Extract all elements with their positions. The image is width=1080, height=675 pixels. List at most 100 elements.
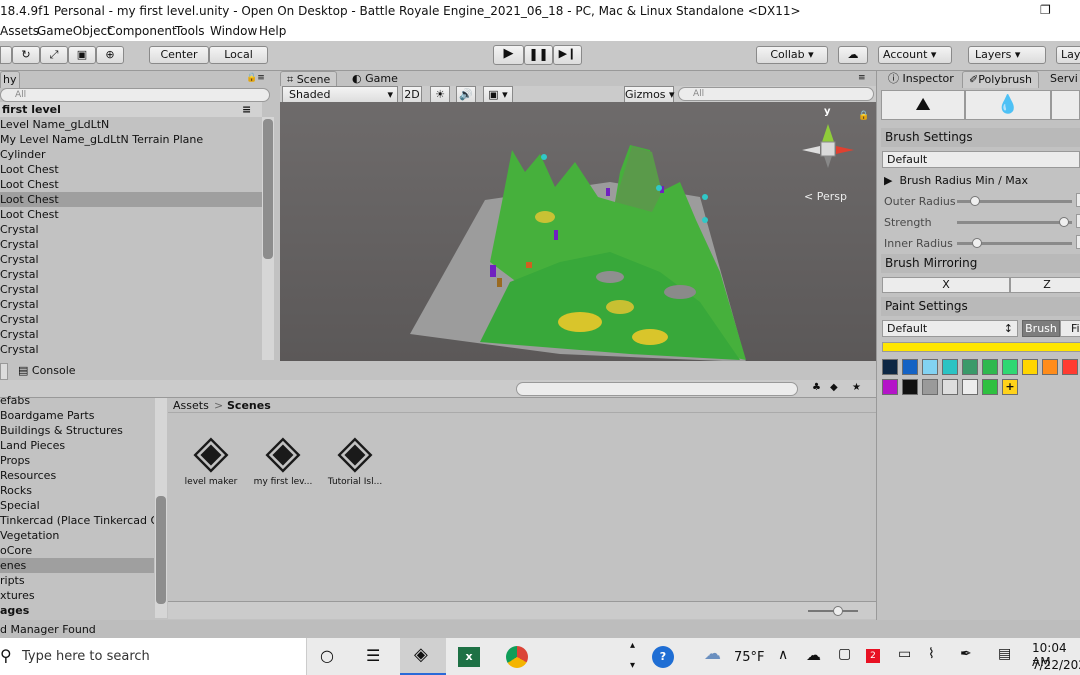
color-swatch[interactable] <box>1002 359 1018 375</box>
keyboard-icon[interactable]: ▤ <box>998 646 1011 662</box>
strength-value-field[interactable] <box>1076 214 1080 228</box>
menu-assets[interactable]: Assets <box>0 24 39 38</box>
hierarchy-item[interactable]: Cylinder <box>0 147 262 162</box>
inner-radius-slider[interactable] <box>957 238 1072 248</box>
filter-type-icon[interactable]: ♣ <box>812 382 821 393</box>
breadcrumb-scenes[interactable]: Scenes <box>227 399 271 412</box>
hierarchy-item[interactable]: Loot Chest <box>0 207 262 222</box>
inner-radius-value-field[interactable] <box>1076 235 1080 249</box>
transform-tool-button[interactable]: ⊕ <box>96 46 124 64</box>
color-swatch[interactable] <box>982 359 998 375</box>
step-button[interactable]: ▶❙ <box>553 45 582 65</box>
pivot-center-button[interactable]: Center <box>149 46 209 64</box>
tab-services[interactable]: Servi <box>1044 71 1080 88</box>
project-folder-item[interactable]: xtures <box>0 588 154 603</box>
help-app-icon[interactable]: ? <box>652 646 674 668</box>
hierarchy-item[interactable]: Crystal <box>0 282 262 297</box>
hierarchy-scrollbar[interactable] <box>262 117 274 360</box>
taskbar-scroll-down-icon[interactable]: ▾ <box>630 660 635 671</box>
menu-component[interactable]: Component <box>107 24 177 38</box>
inner-radius-slider-thumb[interactable] <box>972 238 982 248</box>
project-folder-item[interactable]: ages <box>0 603 154 618</box>
asset-item[interactable]: ◈ level maker <box>176 425 246 487</box>
smooth-mode-button[interactable]: 💧 <box>965 90 1051 120</box>
pause-button[interactable]: ❚❚ <box>524 45 553 65</box>
tab-console[interactable]: ▤ Console <box>12 363 82 380</box>
icon-size-slider-thumb[interactable] <box>833 606 843 616</box>
color-swatch[interactable] <box>962 379 978 395</box>
paint-mode-button[interactable] <box>1051 90 1080 120</box>
brush-radius-foldout[interactable]: ▶ Brush Radius Min / Max <box>884 174 1028 187</box>
hierarchy-item[interactable]: Crystal <box>0 222 262 237</box>
asset-item[interactable]: ◈ Tutorial Isl... <box>320 425 390 487</box>
notification-badge[interactable]: 2 <box>866 649 880 663</box>
hierarchy-item[interactable]: Loot Chest <box>0 162 262 177</box>
paint-preset-dropdown[interactable]: Default ↕ <box>882 320 1018 337</box>
project-folder-item[interactable]: Props <box>0 453 154 468</box>
color-swatch[interactable] <box>922 359 938 375</box>
color-swatch[interactable] <box>1062 359 1078 375</box>
weather-icon[interactable]: ☁ <box>704 644 721 664</box>
collab-dropdown[interactable]: Collab ▾ <box>756 46 828 64</box>
pen-icon[interactable]: ✒ <box>960 646 972 662</box>
project-folder-item[interactable]: efabs <box>0 393 154 408</box>
hierarchy-item[interactable]: Crystal <box>0 297 262 312</box>
restore-window-icon[interactable]: ❐ <box>1040 3 1051 17</box>
taskbar-search-box[interactable]: ⚲ Type here to search <box>0 638 307 675</box>
project-folder-item[interactable]: Land Pieces <box>0 438 154 453</box>
project-folder-item[interactable]: enes <box>0 558 154 573</box>
color-swatch[interactable] <box>902 379 918 395</box>
project-folder-item[interactable]: Vegetation <box>0 528 154 543</box>
gizmo-lock-icon[interactable]: 🔒 <box>858 111 869 121</box>
onedrive-icon[interactable]: ☁ <box>806 646 821 664</box>
tab-inspector[interactable]: ⓘ Inspector <box>882 71 960 88</box>
wifi-icon[interactable]: ⌇ <box>928 646 935 662</box>
lock-icon[interactable]: 🔒≡ <box>246 73 265 83</box>
brush-mirroring-header[interactable]: Brush Mirroring <box>881 254 1080 273</box>
battery-icon[interactable]: ▭ <box>898 646 911 662</box>
hierarchy-item[interactable]: Crystal <box>0 342 262 357</box>
hierarchy-item[interactable]: Loot Chest <box>0 177 262 192</box>
tab-project[interactable] <box>0 363 8 380</box>
tab-polybrush[interactable]: ✐Polybrush <box>962 71 1039 88</box>
hierarchy-item[interactable]: Crystal <box>0 327 262 342</box>
hierarchy-search-input[interactable]: All <box>0 88 270 102</box>
project-folder-item[interactable]: Rocks <box>0 483 154 498</box>
mirror-x-button[interactable]: X <box>882 277 1010 293</box>
hierarchy-item[interactable]: Crystal <box>0 237 262 252</box>
color-swatch[interactable] <box>942 379 958 395</box>
weather-temperature[interactable]: 75°F <box>734 650 765 665</box>
layout-dropdown[interactable]: Layo <box>1056 46 1080 64</box>
scene-header[interactable]: first level ≡ <box>0 102 262 117</box>
project-tree-scrollbar[interactable] <box>155 398 167 618</box>
project-folder-item[interactable]: Boardgame Parts <box>0 408 154 423</box>
scene-search-input[interactable]: All <box>678 87 874 101</box>
task-view-icon[interactable]: ☰ <box>366 646 380 665</box>
color-swatch[interactable] <box>922 379 938 395</box>
account-dropdown[interactable]: Account ▾ <box>878 46 952 64</box>
hierarchy-scroll-thumb[interactable] <box>263 119 273 259</box>
brush-preset-field[interactable]: Default <box>882 151 1080 168</box>
color-swatch[interactable] <box>1042 359 1058 375</box>
outer-radius-slider[interactable] <box>957 196 1072 206</box>
projection-toggle[interactable]: < Persp <box>804 190 847 203</box>
cortana-icon[interactable]: ○ <box>320 646 334 665</box>
panel-menu-icon[interactable]: ≡ <box>858 73 866 83</box>
sculpt-mode-button[interactable]: ⛰ <box>881 90 965 120</box>
scene-menu-icon[interactable]: ≡ <box>242 102 251 117</box>
hierarchy-item[interactable]: Crystal <box>0 267 262 282</box>
hand-tool-button[interactable] <box>0 46 12 64</box>
color-swatch[interactable] <box>882 379 898 395</box>
project-tree-scroll-thumb[interactable] <box>156 496 166 604</box>
filter-label-icon[interactable]: ◆ <box>830 382 838 393</box>
paint-mode-brush-button[interactable]: Brush <box>1022 320 1060 337</box>
selected-color-bar[interactable] <box>882 342 1080 352</box>
hierarchy-item[interactable]: Crystal <box>0 312 262 327</box>
color-swatch[interactable] <box>942 359 958 375</box>
phone-link-icon[interactable]: ▢ <box>838 646 851 662</box>
asset-item[interactable]: ◈ my first lev... <box>248 425 318 487</box>
project-folder-item[interactable]: Resources <box>0 468 154 483</box>
excel-app-icon[interactable]: x <box>458 647 480 667</box>
color-swatch[interactable] <box>1022 359 1038 375</box>
strength-slider[interactable] <box>957 217 1072 227</box>
